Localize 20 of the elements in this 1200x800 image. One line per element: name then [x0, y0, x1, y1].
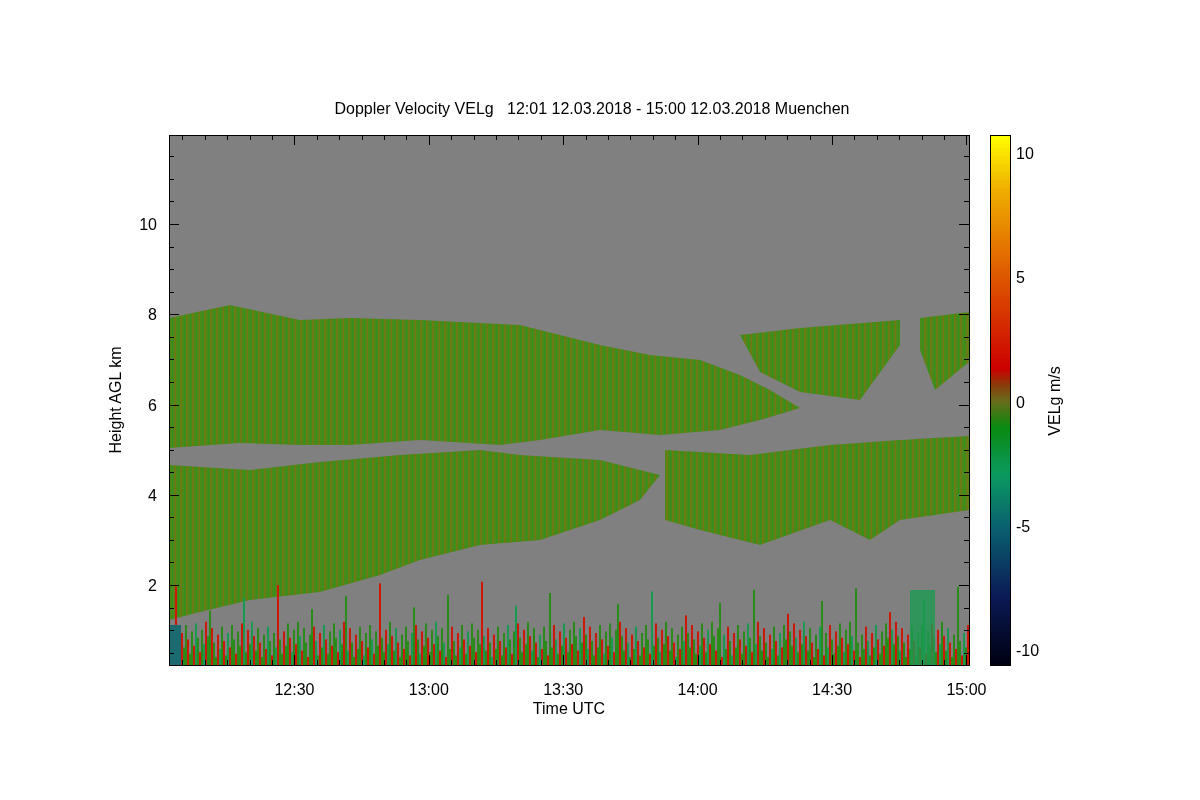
tick-label: 6 [148, 396, 157, 414]
tick-label: 14:30 [812, 681, 853, 698]
tick-label: 0 [1016, 393, 1025, 411]
axis-label: Time UTC [532, 700, 606, 717]
tick-label: 10 [1016, 145, 1034, 162]
tick-label: -5 [1016, 517, 1031, 535]
plot-title: Doppler Velocity VELg 12:01 12.03.2018 - 15:00 12.03.2018 Muenchen [334, 100, 850, 117]
tick-label: 4 [148, 486, 157, 504]
axis-label: Height AGL km [107, 346, 124, 454]
axis-label: VELg m/s [1046, 366, 1063, 436]
tick-label: 15:00 [946, 681, 987, 698]
tick-label: -10 [1016, 642, 1040, 659]
tick-label: 12:30 [274, 681, 315, 698]
tick-label: 10 [139, 216, 157, 233]
tick-label: 5 [1016, 269, 1025, 287]
tick-label: 13:00 [408, 681, 449, 698]
tick-label: 14:00 [677, 681, 718, 698]
tick-label: 8 [148, 306, 157, 324]
tick-label: 13:30 [543, 681, 584, 698]
tick-label: 2 [148, 577, 157, 594]
